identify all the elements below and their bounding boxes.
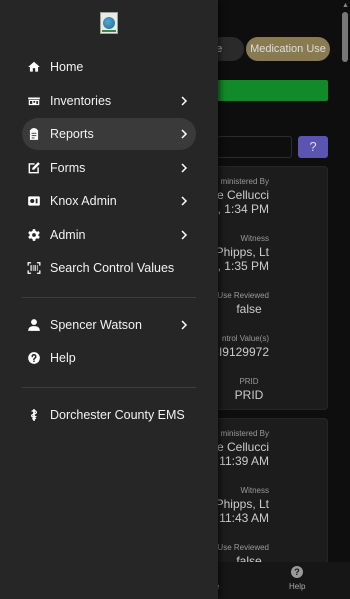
control-values-value: CI9129972 (210, 345, 269, 359)
nav-item-forms[interactable]: Forms (22, 152, 196, 184)
medication-use-chip[interactable]: Medication Use (246, 37, 330, 61)
agency-logo-icon (100, 12, 118, 34)
ems-icon (27, 408, 41, 422)
administered-by-name: e Cellucci (216, 188, 269, 202)
record-card[interactable]: ministered By e Cellucci 5, 11:39 AM Wit… (208, 418, 328, 578)
divider (22, 297, 196, 298)
use-reviewed-value: false (236, 302, 262, 316)
use-reviewed-label: Use Reviewed (217, 543, 269, 552)
knox-icon (27, 194, 41, 208)
nav-item-label: Help (50, 351, 76, 365)
nav-item-reports[interactable]: Reports (22, 118, 196, 150)
globe-graphic (103, 17, 115, 29)
nav-item-label: Reports (50, 127, 94, 141)
gear-icon (27, 228, 41, 242)
prid-value: PRID (234, 388, 264, 402)
control-values-label: ntrol Value(s) (222, 334, 269, 343)
use-reviewed-label: Use Reviewed (217, 291, 269, 300)
nav-item-user[interactable]: Spencer Watson (22, 309, 196, 341)
search-input[interactable] (212, 136, 292, 158)
chevron-right-icon (178, 229, 190, 241)
barcode-scan-icon (27, 261, 41, 275)
help-circle-icon[interactable]: ? (291, 566, 303, 578)
bottom-nav-help-label[interactable]: Help (289, 582, 305, 591)
person-icon (27, 318, 41, 332)
logo-base-graphic (102, 30, 116, 32)
nav-item-label: Search Control Values (50, 261, 175, 275)
administered-by-label: ministered By (220, 177, 269, 186)
navigation-drawer: Home Inventories Reports Forms Knox Admi… (0, 0, 218, 599)
help-circle-icon (27, 351, 41, 365)
chevron-right-icon (178, 195, 190, 207)
inventory-icon (27, 94, 41, 108)
witness-label: Witness (240, 486, 269, 495)
nav-item-label: Home (50, 60, 84, 74)
scrollbar[interactable] (342, 12, 348, 62)
administered-by-time: 6, 1:34 PM (210, 202, 269, 216)
nav-item-admin[interactable]: Admin (22, 219, 196, 251)
chevron-right-icon (178, 95, 190, 107)
nav-item-inventories[interactable]: Inventories (22, 85, 196, 117)
nav-item-label: Inventories (50, 94, 112, 108)
help-query-button[interactable]: ? (298, 136, 328, 158)
administered-by-name: e Cellucci (216, 440, 269, 454)
witness-label: Witness (240, 234, 269, 243)
divider (22, 387, 196, 388)
nav-item-search-control-values[interactable]: Search Control Values (22, 252, 196, 284)
nav-item-help[interactable]: Help (22, 342, 196, 374)
prid-label: PRID (239, 377, 259, 386)
nav-item-home[interactable]: Home (22, 51, 196, 83)
nav-item-label: Spencer Watson (50, 318, 142, 332)
record-card[interactable]: ministered By e Cellucci 6, 1:34 PM Witn… (208, 166, 328, 410)
scroll-up-icon[interactable]: ▲ (342, 2, 349, 9)
chevron-right-icon (178, 162, 190, 174)
nav-item-label: Forms (50, 161, 86, 175)
clipboard-icon (27, 127, 41, 141)
nav-item-label: Dorchester County EMS (50, 408, 185, 422)
green-action-bar[interactable] (212, 80, 328, 101)
chevron-right-icon (178, 319, 190, 331)
witness-time: 6, 1:35 PM (210, 259, 269, 273)
home-icon (27, 60, 41, 74)
chevron-right-icon (178, 128, 190, 140)
nav-item-agency[interactable]: Dorchester County EMS (22, 399, 196, 431)
nav-item-label: Knox Admin (50, 194, 117, 208)
nav-item-label: Admin (50, 228, 86, 242)
edit-icon (27, 161, 41, 175)
nav-item-knox-admin[interactable]: Knox Admin (22, 185, 196, 217)
administered-by-label: ministered By (220, 429, 269, 438)
